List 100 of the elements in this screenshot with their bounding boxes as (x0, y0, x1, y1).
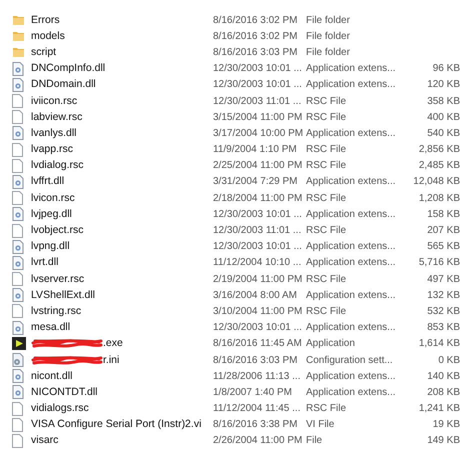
date-modified: 11/12/2004 11:45 ... (213, 402, 300, 416)
file-name[interactable]: VISA Configure Serial Port (Instr)2.vi (31, 418, 202, 432)
date-modified: 12/30/2003 11:01 ... (213, 94, 302, 108)
file-size: 207 KB (427, 224, 460, 238)
file-name[interactable]: lvrt.dll (31, 256, 58, 270)
file-type: File folder (306, 30, 350, 43)
file-type: File folder (306, 46, 350, 59)
file-name[interactable]: lvapp.rsc (31, 143, 74, 156)
date-modified: 11/28/2006 11:13 ... (213, 370, 300, 383)
file-name[interactable]: visarc (31, 434, 58, 448)
file-type: Application extens... (306, 321, 396, 334)
file-size: 497 KB (427, 272, 460, 286)
file-name[interactable]: NICONTDT.dll (31, 386, 98, 399)
file-name[interactable]: labview.rsc (31, 110, 82, 124)
file-name[interactable]: lvserver.rsc (31, 272, 84, 286)
file-size: 532 KB (427, 304, 460, 318)
file-type: RSC File (306, 94, 346, 108)
file-size: 358 KB (427, 94, 460, 108)
file-name[interactable]: .exe (103, 337, 123, 350)
date-modified: 2/18/2004 11:00 PM (213, 192, 302, 205)
file-name[interactable]: lvobject.rsc (31, 224, 84, 238)
file-name[interactable]: mesa.dll (31, 321, 70, 334)
file-type: Application extens... (306, 175, 396, 188)
date-modified: 8/16/2016 3:03 PM (213, 46, 298, 59)
blank-file-icon (12, 434, 23, 448)
date-modified: 2/25/2004 11:00 PM (213, 159, 302, 172)
file-name[interactable]: models (31, 30, 65, 43)
date-modified: 12/30/2003 10:01 ... (213, 321, 302, 334)
date-modified: 3/15/2004 11:00 PM (213, 110, 302, 124)
file-name[interactable]: lvpng.dll (31, 240, 70, 254)
blank-file-icon (12, 142, 23, 157)
play-icon (12, 337, 26, 350)
file-type: Application extens... (306, 62, 396, 76)
file-type: File folder (306, 14, 350, 27)
folder-icon (12, 46, 25, 58)
date-modified: 12/30/2003 10:01 ... (213, 240, 302, 254)
file-name[interactable]: lvanlys.dll (31, 126, 77, 140)
file-name[interactable]: nicont.dll (31, 370, 72, 383)
date-modified: 8/16/2016 11:45 AM (213, 337, 302, 350)
file-type: Application extens... (306, 370, 396, 383)
file-type: RSC File (306, 402, 346, 416)
file-name[interactable]: iviicon.rsc (31, 94, 78, 108)
date-modified: 12/30/2003 10:01 ... (213, 62, 302, 76)
blank-file-icon (12, 191, 23, 206)
blank-file-icon (12, 304, 23, 318)
file-size: 96 KB (432, 62, 460, 76)
date-modified: 12/30/2003 11:01 ... (213, 224, 302, 238)
file-size: 1,614 KB (418, 337, 460, 350)
file-size: 1,241 KB (418, 402, 460, 416)
file-type: Configuration sett... (306, 354, 393, 367)
blank-file-icon (12, 94, 23, 108)
file-size: 1,208 KB (418, 192, 460, 205)
file-name[interactable]: lvffrt.dll (31, 175, 64, 188)
file-name[interactable]: script (31, 46, 56, 59)
file-name[interactable]: lvstring.rsc (31, 304, 82, 318)
file-type: RSC File (306, 143, 346, 156)
date-modified: 11/9/2004 1:10 PM (213, 143, 297, 156)
file-name[interactable]: Errors (31, 14, 60, 27)
date-modified: 8/16/2016 3:38 PM (213, 418, 298, 432)
file-size: 132 KB (427, 288, 460, 302)
file-type: Application (306, 337, 355, 350)
file-name[interactable]: vidialogs.rsc (31, 402, 89, 416)
file-type: RSC File (306, 304, 346, 318)
file-name[interactable]: DNCompInfo.dll (31, 62, 106, 76)
file-type: VI File (306, 418, 334, 432)
file-name[interactable]: lvdialog.rsc (31, 159, 84, 172)
file-name[interactable]: LVShellExt.dll (31, 288, 96, 302)
file-size: 853 KB (427, 321, 460, 334)
date-modified: 1/8/2007 1:40 PM (213, 386, 292, 399)
date-modified: 8/16/2016 3:02 PM (213, 30, 298, 43)
file-size: 149 KB (427, 434, 460, 448)
date-modified: 3/10/2004 11:00 PM (213, 304, 302, 318)
file-size: 12,048 KB (413, 175, 460, 188)
file-name[interactable]: r.ini (103, 354, 120, 367)
file-type: Application extens... (306, 208, 396, 221)
file-type: Application extens... (306, 126, 396, 140)
date-modified: 12/30/2003 10:01 ... (213, 208, 302, 221)
file-name[interactable]: lvjpeg.dll (31, 208, 72, 221)
folder-icon (12, 14, 25, 26)
file-size: 540 KB (427, 126, 460, 140)
file-size: 19 KB (432, 418, 460, 432)
file-type: File (306, 434, 322, 448)
file-name[interactable]: DNDomain.dll (31, 78, 96, 92)
blank-file-icon (12, 158, 23, 173)
file-type: Application extens... (306, 240, 396, 254)
date-modified: 8/16/2016 3:02 PM (213, 14, 298, 27)
file-type: RSC File (306, 272, 346, 286)
file-size: 565 KB (427, 240, 460, 254)
date-modified: 12/30/2003 10:01 ... (213, 78, 302, 92)
file-type: RSC File (306, 192, 346, 205)
file-name[interactable]: lvicon.rsc (31, 192, 75, 205)
file-size: 2,856 KB (418, 143, 460, 156)
file-type: RSC File (306, 110, 346, 124)
blank-file-icon (12, 110, 23, 124)
file-type: Application extens... (306, 386, 396, 399)
date-modified: 3/31/2004 7:29 PM (213, 175, 298, 188)
file-size: 140 KB (427, 370, 460, 383)
file-type: Application extens... (306, 78, 396, 92)
blank-file-icon (12, 272, 23, 286)
date-modified: 3/17/2004 10:00 PM (213, 126, 304, 140)
